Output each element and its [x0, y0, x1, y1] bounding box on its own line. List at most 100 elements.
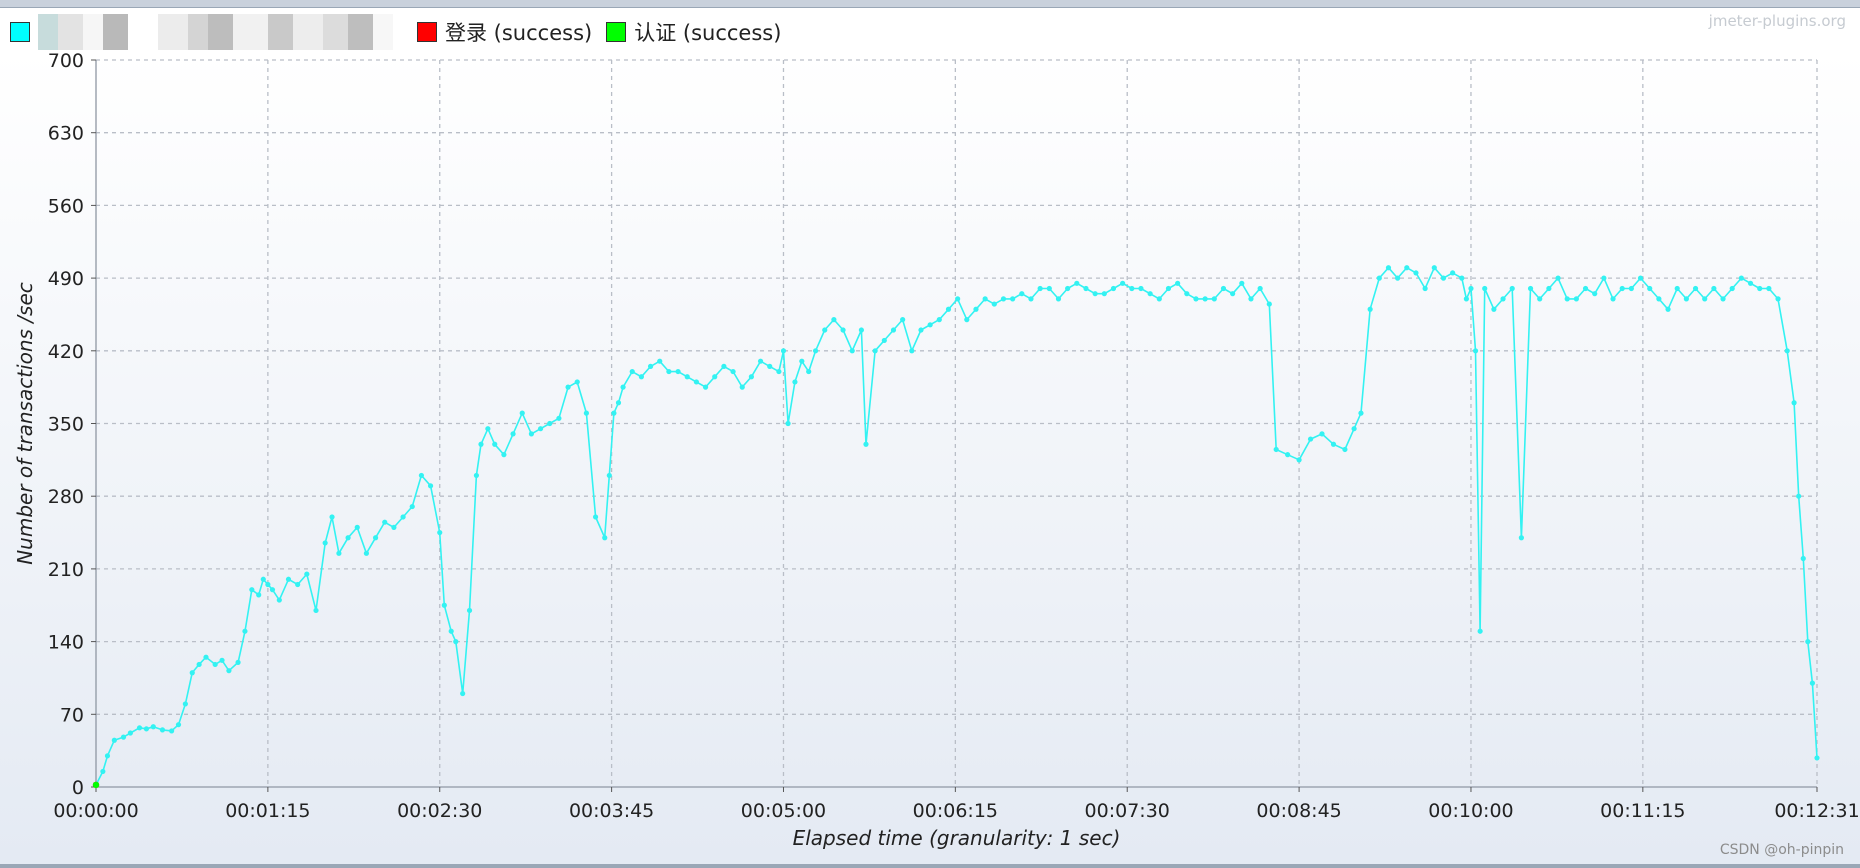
- legend-swatch: [10, 22, 30, 42]
- x-tick-label: 00:11:15: [1600, 800, 1685, 822]
- y-axis-title: Number of transactions /sec: [13, 282, 37, 565]
- legend-swatch: [606, 22, 627, 42]
- x-tick-label: 00:01:15: [225, 800, 310, 822]
- data-point: [285, 576, 292, 582]
- data-point: [1573, 296, 1579, 302]
- data-point: [175, 722, 182, 728]
- data-point: [1814, 755, 1820, 761]
- data-point: [767, 363, 773, 369]
- data-point: [1601, 275, 1607, 281]
- data-point: [235, 659, 241, 665]
- data-point: [1230, 291, 1236, 297]
- data-point: [409, 503, 415, 510]
- data-point: [1257, 285, 1263, 292]
- data-point: [354, 524, 360, 530]
- data-point: [492, 441, 498, 447]
- legend-item-auth: 认证 (success): [606, 17, 781, 47]
- data-point: [592, 514, 599, 520]
- data-point: [1110, 285, 1117, 292]
- data-point: [918, 327, 924, 333]
- x-tick-label: 00:10:00: [1428, 800, 1513, 822]
- data-point: [219, 657, 225, 663]
- data-point: [1527, 285, 1534, 292]
- data-point: [1720, 296, 1726, 302]
- data-point: [1046, 285, 1052, 292]
- y-tick-label: 420: [48, 341, 84, 363]
- data-point: [329, 514, 335, 520]
- data-point: [249, 587, 255, 593]
- data-point: [382, 519, 388, 525]
- data-point: [702, 384, 709, 390]
- data-point: [1385, 265, 1392, 271]
- x-tick-label: 00:12:31: [1774, 800, 1859, 822]
- data-point: [460, 690, 466, 697]
- data-point: [1010, 296, 1016, 302]
- watermark: jmeter-plugins.org: [1708, 12, 1846, 30]
- line-chart: 0 70 140 210 280 350 420 490 560 630 700 00:00:00 0…: [0, 50, 1860, 864]
- legend-item-redacted: [10, 14, 403, 50]
- data-point: [684, 374, 690, 380]
- data-point: [143, 726, 150, 732]
- legend-swatch: [417, 22, 437, 42]
- data-point: [1656, 296, 1662, 302]
- data-point: [1683, 296, 1689, 302]
- data-point: [196, 661, 202, 668]
- y-tick-label: 350: [48, 414, 84, 436]
- data-point: [812, 348, 819, 354]
- redacted-series-label: [38, 14, 393, 50]
- data-point: [973, 306, 979, 312]
- data-point: [1738, 275, 1744, 281]
- data-point: [666, 368, 672, 375]
- x-tick-label: 00:05:00: [741, 800, 826, 822]
- data-point: [712, 374, 718, 380]
- x-tick-label: 00:00:00: [53, 800, 138, 822]
- data-point: [1211, 296, 1217, 302]
- data-point: [574, 379, 580, 385]
- data-point: [1450, 270, 1456, 276]
- data-point: [1342, 446, 1348, 453]
- x-tick-label: 00:08:45: [1256, 800, 1341, 822]
- data-point: [150, 724, 156, 730]
- data-point: [501, 452, 507, 458]
- window-bottom-border: [0, 864, 1860, 868]
- data-point: [1175, 280, 1181, 286]
- data-point: [1702, 296, 1708, 302]
- data-point: [1367, 306, 1373, 312]
- data-point: [1537, 296, 1543, 302]
- data-point: [1472, 348, 1479, 354]
- data-point: [1482, 285, 1488, 292]
- data-point: [1156, 296, 1162, 302]
- data-point: [881, 337, 887, 344]
- data-point: [606, 472, 612, 479]
- data-point: [927, 322, 933, 328]
- data-point: [1647, 285, 1653, 292]
- data-point: [1319, 431, 1325, 437]
- data-point: [437, 529, 443, 536]
- data-point: [1468, 285, 1474, 292]
- data-point: [528, 431, 535, 437]
- chart-legend: 登录 (success) 认证 (success): [10, 14, 795, 50]
- data-point: [400, 514, 406, 520]
- data-point: [936, 317, 942, 323]
- data-point: [748, 374, 755, 380]
- data-point: [1500, 296, 1506, 302]
- data-point: [629, 368, 635, 375]
- data-point: [295, 581, 301, 588]
- data-point: [336, 550, 342, 556]
- data-point: [1711, 285, 1717, 292]
- data-point: [945, 306, 952, 312]
- data-point: [1220, 285, 1227, 292]
- data-point: [1358, 410, 1364, 416]
- data-point: [1805, 639, 1811, 645]
- data-point: [1809, 680, 1816, 686]
- data-point: [304, 571, 310, 577]
- data-point: [909, 348, 915, 354]
- data-point: [92, 781, 100, 789]
- data-point: [1555, 275, 1561, 281]
- data-point: [964, 317, 970, 323]
- data-point: [611, 410, 617, 416]
- y-tick-label: 210: [48, 559, 84, 581]
- data-point: [478, 441, 484, 447]
- data-point: [757, 358, 764, 364]
- data-point: [363, 550, 370, 556]
